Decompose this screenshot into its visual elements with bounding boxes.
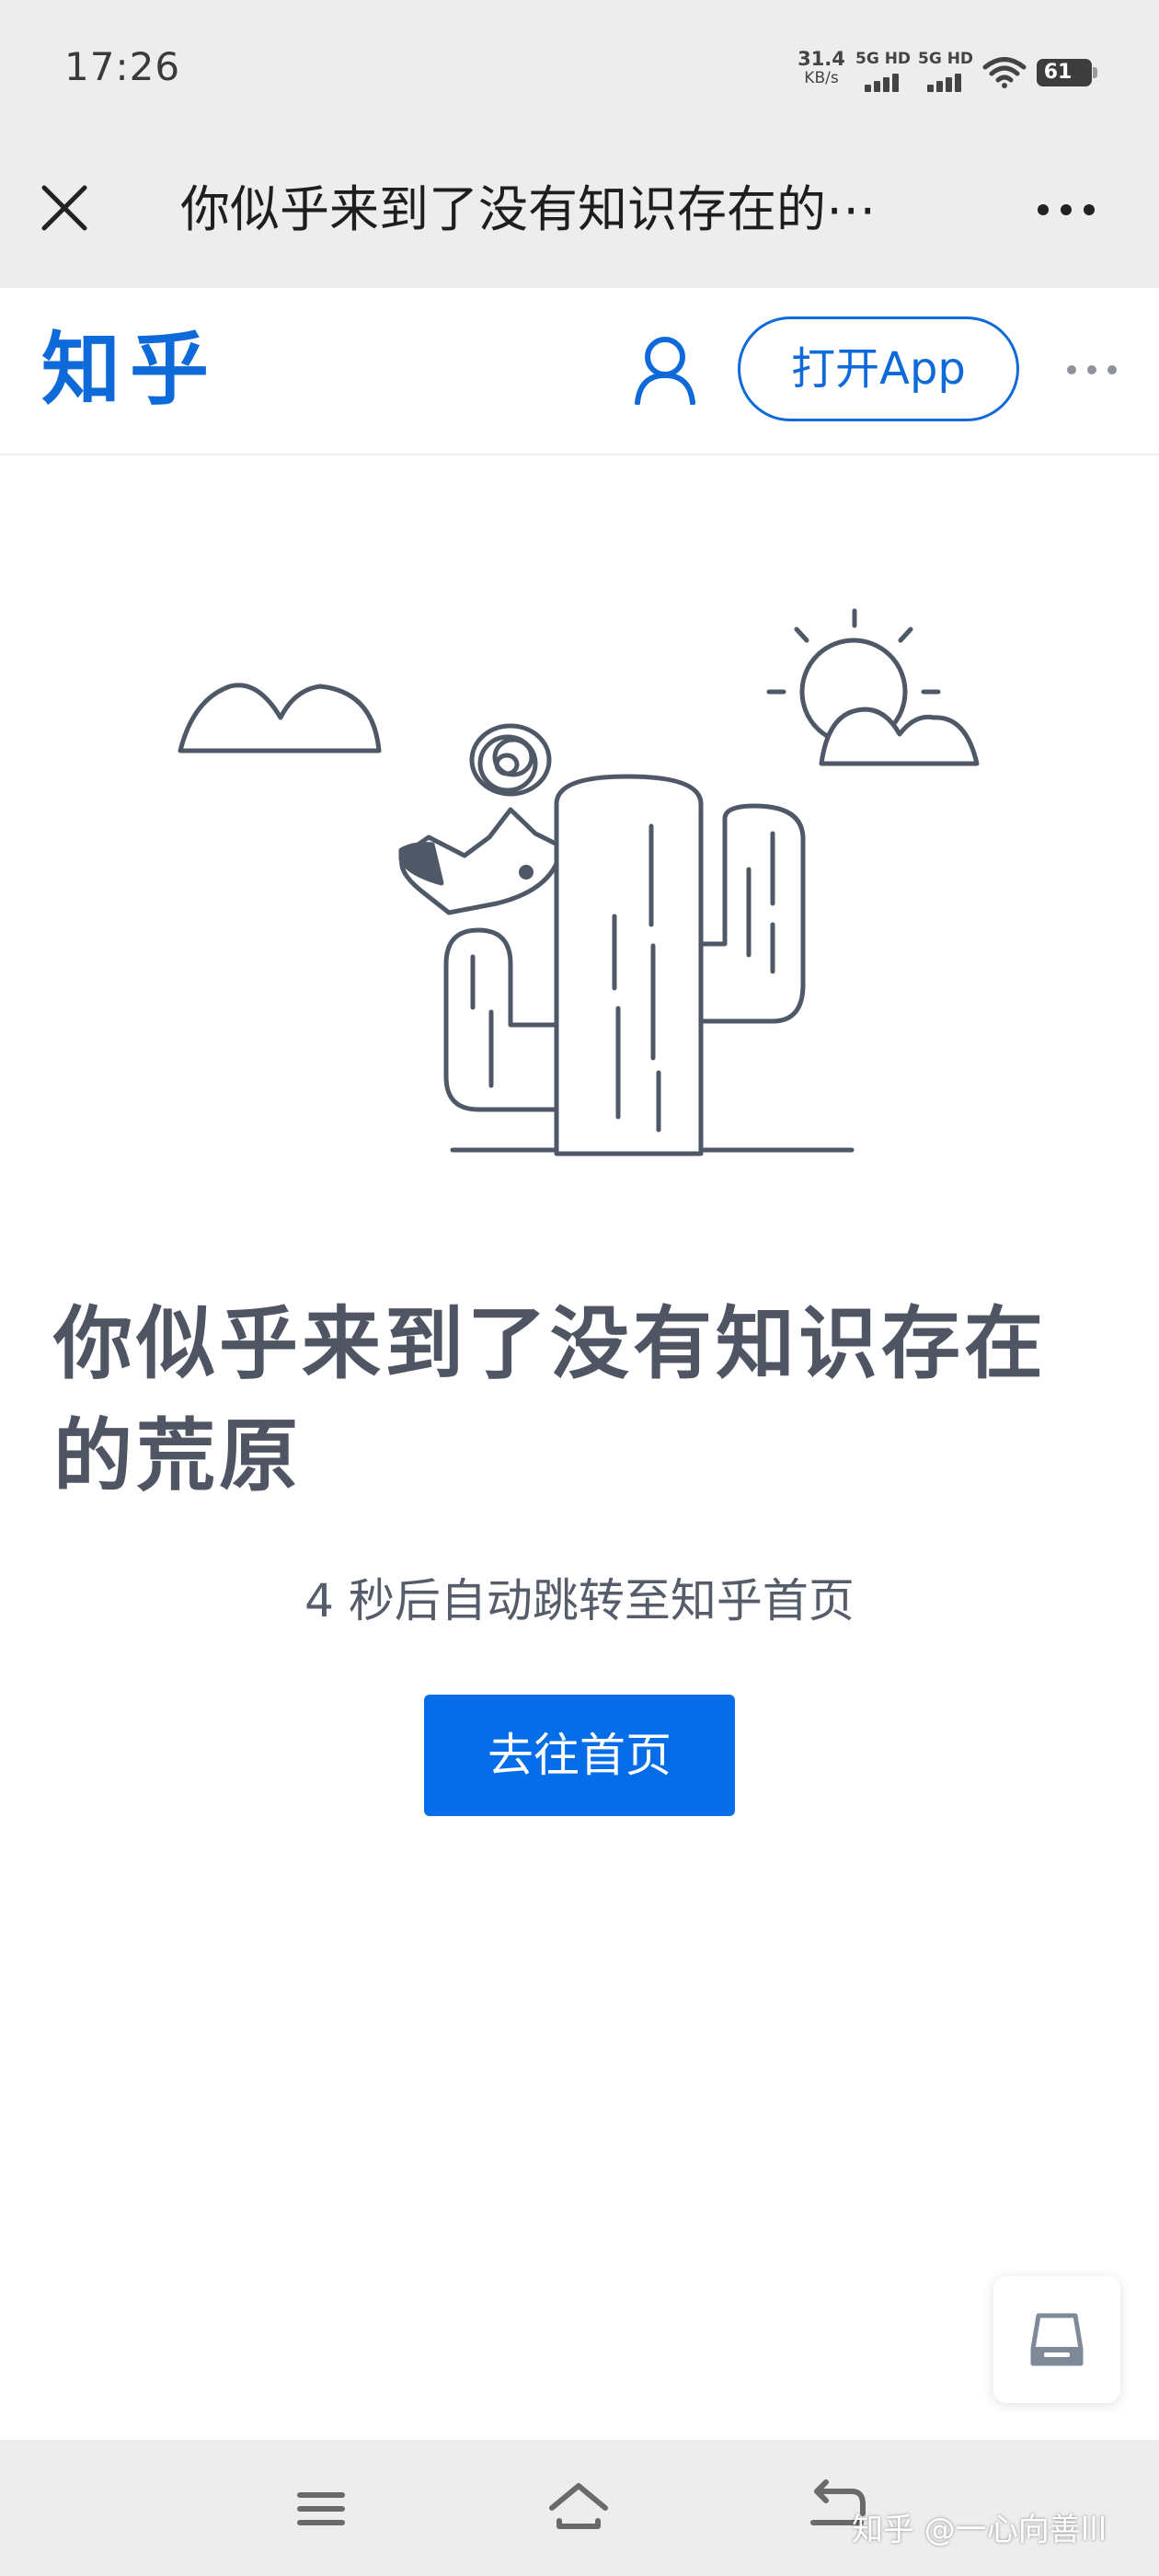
storage-icon <box>1030 2313 1084 2366</box>
user-icon <box>635 337 695 406</box>
cactus-left-arm <box>443 927 568 1112</box>
watermark: 知乎 @一心向善lll <box>852 2512 1107 2548</box>
close-icon <box>41 185 87 231</box>
user-button[interactable] <box>633 335 697 406</box>
scribble <box>469 723 552 797</box>
home-icon <box>549 2483 608 2529</box>
network-speed-value: 31.4 <box>798 48 845 70</box>
status-bar: 17:26 31.4 KB/s 5G HD 5G HD 61 <box>0 0 1159 143</box>
screen: 17:26 31.4 KB/s 5G HD 5G HD 61 你似乎来到了没有知… <box>0 0 1159 2576</box>
battery-icon: 61 <box>1037 59 1097 86</box>
header-more-button[interactable] <box>1067 361 1119 379</box>
menu-icon <box>297 2492 345 2525</box>
signal-2-label: 5G HD <box>918 50 974 68</box>
go-home-button[interactable]: 去往首页 <box>424 1695 735 1816</box>
error-title: 你似乎来到了没有知识存在的荒原 <box>53 1298 1047 1502</box>
signal-2-icon: 5G HD <box>918 50 979 92</box>
floating-storage-button[interactable] <box>993 2276 1120 2403</box>
home-nav-button[interactable] <box>546 2478 611 2539</box>
cactus-right-arm <box>698 803 806 1024</box>
zhihu-logo[interactable]: 知乎 <box>41 322 218 418</box>
menu-button[interactable] <box>289 2478 353 2539</box>
signal-1-icon: 5G HD <box>855 50 916 92</box>
open-app-button[interactable]: 打开App <box>738 316 1019 421</box>
cloud-left <box>178 683 382 753</box>
battery-level: 61 <box>1043 61 1073 84</box>
redirect-countdown-text: 4 秒后自动跳转至知乎首页 <box>304 1574 855 1627</box>
signal-1-label: 5G HD <box>855 50 912 68</box>
wifi-icon <box>982 57 1027 88</box>
status-time: 17:26 <box>64 44 181 89</box>
network-speed: 31.4 KB/s <box>789 50 854 88</box>
more-options-button[interactable] <box>1034 190 1098 230</box>
dog-eye <box>519 865 534 880</box>
cactus-trunk <box>554 774 704 1156</box>
page-title: 你似乎来到了没有知识存在的⋯ <box>180 180 876 238</box>
cactus-illustration <box>178 608 980 1156</box>
close-button[interactable] <box>37 180 92 236</box>
network-speed-unit: KB/s <box>804 69 839 87</box>
